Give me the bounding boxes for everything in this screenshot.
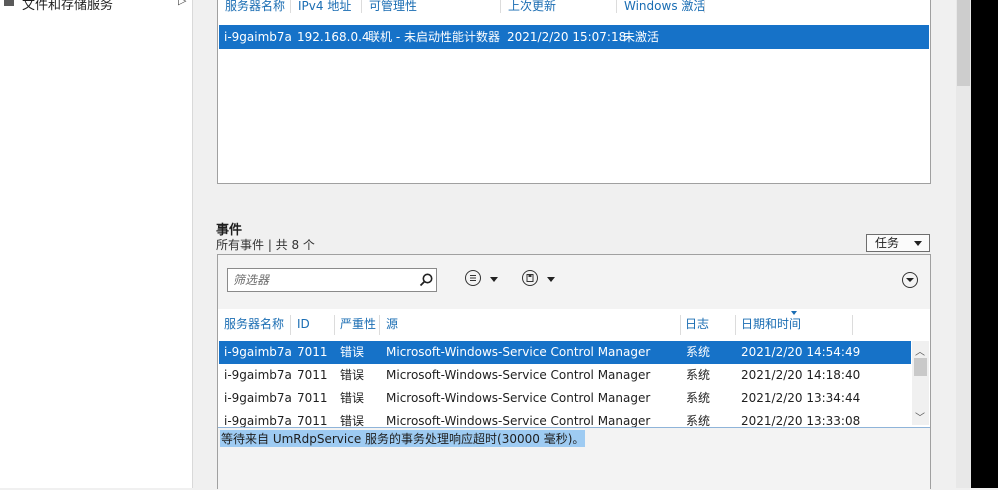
save-query-button[interactable]: [520, 268, 562, 290]
column-header-date-time[interactable]: 日期和时间: [741, 313, 801, 335]
servers-table: 服务器名称 IPv4 地址 可管理性 上次更新 Windows 激活 i-9ga…: [217, 0, 931, 184]
list-icon: [465, 270, 481, 286]
table-row[interactable]: i-9gaimb7a 7011 错误 Microsoft-Windows-Ser…: [219, 341, 911, 364]
cell-source: Microsoft-Windows-Service Control Manage…: [386, 345, 651, 359]
content-area: 服务器名称 IPv4 地址 可管理性 上次更新 Windows 激活 i-9ga…: [193, 0, 956, 490]
cell-source: Microsoft-Windows-Service Control Manage…: [386, 391, 651, 405]
page-scrollbar[interactable]: [956, 0, 971, 488]
scrollbar-thumb[interactable]: [914, 358, 927, 376]
column-separator[interactable]: [361, 0, 362, 13]
cell-server-name: i-9gaimb7a: [224, 368, 292, 382]
column-separator[interactable]: [616, 0, 617, 13]
cell-date-time: 2021/2/20 14:18:40: [741, 368, 861, 382]
save-icon: [522, 270, 538, 286]
search-icon[interactable]: [418, 272, 434, 288]
cell-ipv4: 192.168.0.4: [297, 30, 370, 44]
table-row[interactable]: i-9gaimb7a 7011 错误 Microsoft-Windows-Ser…: [219, 364, 911, 387]
tasks-button[interactable]: 任务: [866, 234, 930, 252]
cell-log: 系统: [686, 345, 711, 359]
column-header-last-update[interactable]: 上次更新: [508, 0, 556, 14]
collapse-icon[interactable]: [902, 272, 918, 288]
chevron-down-icon: [490, 277, 498, 282]
cell-last-update: 2021/2/20 15:07:18: [507, 30, 627, 44]
column-separator[interactable]: [334, 315, 335, 335]
events-panel: 筛选器 服务器名称 ID 严重性 源 日志 日期和时间 i-9gaimb7a 7…: [217, 254, 931, 490]
cell-server-name: i-9gaimb7a: [224, 345, 292, 359]
column-separator[interactable]: [379, 315, 380, 335]
screen-edge: [971, 0, 998, 488]
column-header-severity[interactable]: 严重性: [340, 313, 376, 335]
column-header-server-name[interactable]: 服务器名称: [224, 313, 284, 335]
cell-server-name: i-9gaimb7a: [224, 391, 292, 405]
column-separator[interactable]: [290, 0, 291, 13]
navigation-pane: 文件和存储服务 ▷: [0, 0, 193, 488]
cell-severity: 错误: [340, 414, 365, 427]
nav-item-file-storage-services[interactable]: 文件和存储服务 ▷: [0, 0, 192, 14]
cell-date-time: 2021/2/20 13:34:44: [741, 391, 861, 405]
cell-log: 系统: [686, 391, 711, 405]
cell-id: 7011: [297, 391, 328, 405]
cell-date-time: 2021/2/20 13:33:08: [741, 414, 861, 427]
column-header-log[interactable]: 日志: [685, 313, 709, 335]
cell-severity: 错误: [340, 345, 365, 359]
column-header-windows-activation[interactable]: Windows 激活: [624, 0, 705, 14]
events-toolbar: 筛选器: [218, 255, 930, 309]
table-row[interactable]: i-9gaimb7a 192.168.0.4 联机 - 未启动性能计数器 202…: [219, 25, 929, 49]
scrollbar-thumb[interactable]: [957, 0, 970, 86]
column-header-ipv4[interactable]: IPv4 地址: [298, 0, 351, 14]
nav-item-label: 文件和存储服务: [22, 0, 114, 13]
cell-source: Microsoft-Windows-Service Control Manage…: [386, 368, 651, 382]
scroll-up-icon[interactable]: ︿: [915, 343, 925, 358]
filter-input[interactable]: 筛选器: [227, 268, 437, 292]
query-options-button[interactable]: [463, 268, 505, 290]
chevron-down-icon: [914, 241, 922, 246]
chevron-right-icon[interactable]: ▷: [178, 0, 186, 7]
column-separator[interactable]: [290, 315, 291, 335]
event-detail-text[interactable]: 等待来自 UmRdpService 服务的事务处理响应超时(30000 毫秒)。: [220, 430, 586, 447]
events-scrollbar[interactable]: ︿ ﹀: [912, 341, 929, 425]
cell-id: 7011: [297, 345, 328, 359]
table-row[interactable]: i-9gaimb7a 7011 错误 Microsoft-Windows-Ser…: [219, 410, 911, 427]
storage-icon: [4, 0, 14, 6]
column-separator[interactable]: [500, 0, 501, 13]
events-subtitle: 所有事件 | 共 8 个: [216, 238, 315, 252]
cell-severity: 错误: [340, 391, 365, 405]
chevron-down-icon: [547, 277, 555, 282]
cell-id: 7011: [297, 368, 328, 382]
events-list: i-9gaimb7a 7011 错误 Microsoft-Windows-Ser…: [218, 341, 912, 427]
column-separator[interactable]: [852, 315, 853, 335]
column-header-server-name[interactable]: 服务器名称: [225, 0, 285, 14]
cell-log: 系统: [686, 414, 711, 427]
column-header-manageability[interactable]: 可管理性: [369, 0, 417, 14]
column-separator[interactable]: [704, 0, 705, 13]
column-header-source[interactable]: 源: [386, 313, 398, 335]
cell-severity: 错误: [340, 368, 365, 382]
event-detail-pane: 等待来自 UmRdpService 服务的事务处理响应超时(30000 毫秒)。: [218, 427, 930, 490]
cell-server-name: i-9gaimb7a: [224, 414, 292, 427]
column-separator[interactable]: [735, 315, 736, 335]
cell-log: 系统: [686, 368, 711, 382]
table-row[interactable]: i-9gaimb7a 7011 错误 Microsoft-Windows-Ser…: [219, 387, 911, 410]
column-separator[interactable]: [680, 315, 681, 335]
cell-date-time: 2021/2/20 14:54:49: [741, 345, 861, 359]
cell-manageability: 联机 - 未启动性能计数器: [368, 30, 500, 44]
cell-activation: 未激活: [623, 30, 660, 44]
filter-placeholder: 筛选器: [233, 273, 270, 287]
cell-server-name: i-9gaimb7a: [224, 30, 292, 44]
cell-source: Microsoft-Windows-Service Control Manage…: [386, 414, 651, 427]
column-header-id[interactable]: ID: [297, 313, 310, 335]
cell-id: 7011: [297, 414, 328, 427]
sort-descending-icon: [791, 311, 797, 315]
scroll-down-icon[interactable]: ﹀: [915, 409, 925, 424]
chevron-down-icon: [906, 278, 914, 282]
tasks-label: 任务: [875, 236, 900, 250]
